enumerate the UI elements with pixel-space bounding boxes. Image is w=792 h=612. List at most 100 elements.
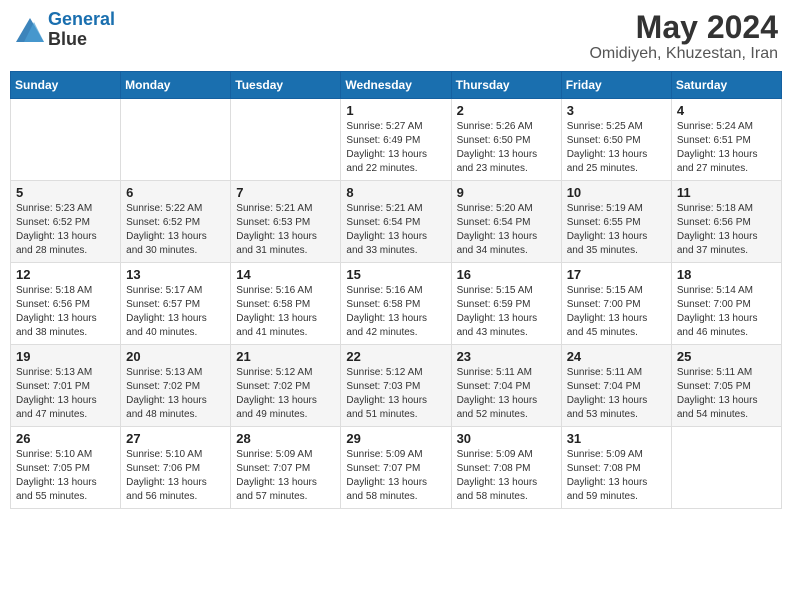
day-number: 23 [457,349,556,364]
location: Omidiyeh, Khuzestan, Iran [589,45,778,63]
day-cell: 1Sunrise: 5:27 AM Sunset: 6:49 PM Daylig… [341,99,451,181]
day-detail: Sunrise: 5:09 AM Sunset: 7:08 PM Dayligh… [457,448,556,504]
day-detail: Sunrise: 5:11 AM Sunset: 7:04 PM Dayligh… [457,366,556,422]
weekday-header-thursday: Thursday [451,72,561,99]
day-detail: Sunrise: 5:26 AM Sunset: 6:50 PM Dayligh… [457,120,556,176]
day-detail: Sunrise: 5:21 AM Sunset: 6:54 PM Dayligh… [346,202,445,258]
day-number: 26 [16,431,115,446]
day-number: 17 [567,267,666,282]
week-row-4: 19Sunrise: 5:13 AM Sunset: 7:01 PM Dayli… [11,345,782,427]
day-number: 7 [236,185,335,200]
day-number: 15 [346,267,445,282]
day-detail: Sunrise: 5:23 AM Sunset: 6:52 PM Dayligh… [16,202,115,258]
day-number: 24 [567,349,666,364]
day-detail: Sunrise: 5:21 AM Sunset: 6:53 PM Dayligh… [236,202,335,258]
weekday-header-wednesday: Wednesday [341,72,451,99]
day-detail: Sunrise: 5:18 AM Sunset: 6:56 PM Dayligh… [16,284,115,340]
day-cell: 29Sunrise: 5:09 AM Sunset: 7:07 PM Dayli… [341,427,451,509]
day-cell: 20 Sunrise: 5:13 AM Sunset: 7:02 PM Dayli… [121,345,231,427]
day-number: 18 [677,267,776,282]
day-number: 13 [126,267,225,282]
day-detail: Sunrise: 5:27 AM Sunset: 6:49 PM Dayligh… [346,120,445,176]
day-cell [231,99,341,181]
logo-line2: Blue [48,30,115,50]
day-number: 4 [677,103,776,118]
day-detail: Sunrise: 5:17 AM Sunset: 6:57 PM Dayligh… [126,284,225,340]
day-cell: 4 Sunrise: 5:24 AM Sunset: 6:51 PM Daylig… [671,99,781,181]
week-row-1: 1Sunrise: 5:27 AM Sunset: 6:49 PM Daylig… [11,99,782,181]
day-number: 28 [236,431,335,446]
day-number: 9 [457,185,556,200]
week-row-2: 5Sunrise: 5:23 AM Sunset: 6:52 PM Daylig… [11,181,782,263]
day-detail: Sunrise: 5:19 AM Sunset: 6:55 PM Dayligh… [567,202,666,258]
weekday-header-monday: Monday [121,72,231,99]
day-cell: 28 Sunrise: 5:09 AM Sunset: 7:07 PM Dayli… [231,427,341,509]
weekday-header-tuesday: Tuesday [231,72,341,99]
day-cell: 7 Sunrise: 5:21 AM Sunset: 6:53 PM Daylig… [231,181,341,263]
day-detail: Sunrise: 5:13 AM Sunset: 7:02 PM Dayligh… [126,366,225,422]
day-number: 31 [567,431,666,446]
day-cell: 27Sunrise: 5:10 AM Sunset: 7:06 PM Dayli… [121,427,231,509]
day-detail: Sunrise: 5:09 AM Sunset: 7:07 PM Dayligh… [236,448,335,504]
day-cell: 10 Sunrise: 5:19 AM Sunset: 6:55 PM Dayli… [561,181,671,263]
day-detail: Sunrise: 5:16 AM Sunset: 6:58 PM Dayligh… [346,284,445,340]
week-row-5: 26 Sunrise: 5:10 AM Sunset: 7:05 PM Dayli… [11,427,782,509]
day-cell: 13 Sunrise: 5:17 AM Sunset: 6:57 PM Dayli… [121,263,231,345]
day-cell: 11 Sunrise: 5:18 AM Sunset: 6:56 PM Dayli… [671,181,781,263]
week-row-3: 12 Sunrise: 5:18 AM Sunset: 6:56 PM Dayli… [11,263,782,345]
day-number: 8 [346,185,445,200]
day-cell: 5Sunrise: 5:23 AM Sunset: 6:52 PM Daylig… [11,181,121,263]
day-detail: Sunrise: 5:14 AM Sunset: 7:00 PM Dayligh… [677,284,776,340]
day-cell: 15 Sunrise: 5:16 AM Sunset: 6:58 PM Dayli… [341,263,451,345]
day-number: 14 [236,267,335,282]
weekday-header-sunday: Sunday [11,72,121,99]
day-cell: 21 Sunrise: 5:12 AM Sunset: 7:02 PM Dayli… [231,345,341,427]
day-cell: 9 Sunrise: 5:20 AM Sunset: 6:54 PM Daylig… [451,181,561,263]
day-detail: Sunrise: 5:22 AM Sunset: 6:52 PM Dayligh… [126,202,225,258]
day-cell: 16Sunrise: 5:15 AM Sunset: 6:59 PM Dayli… [451,263,561,345]
day-number: 11 [677,185,776,200]
day-cell: 31 Sunrise: 5:09 AM Sunset: 7:08 PM Dayli… [561,427,671,509]
day-cell: 19Sunrise: 5:13 AM Sunset: 7:01 PM Dayli… [11,345,121,427]
day-detail: Sunrise: 5:10 AM Sunset: 7:05 PM Dayligh… [16,448,115,504]
page-header: General Blue May 2024 Omidiyeh, Khuzesta… [10,10,782,63]
day-cell: 3Sunrise: 5:25 AM Sunset: 6:50 PM Daylig… [561,99,671,181]
day-number: 6 [126,185,225,200]
day-cell: 22Sunrise: 5:12 AM Sunset: 7:03 PM Dayli… [341,345,451,427]
day-cell: 8 Sunrise: 5:21 AM Sunset: 6:54 PM Daylig… [341,181,451,263]
day-detail: Sunrise: 5:15 AM Sunset: 6:59 PM Dayligh… [457,284,556,340]
day-detail: Sunrise: 5:20 AM Sunset: 6:54 PM Dayligh… [457,202,556,258]
day-number: 20 [126,349,225,364]
day-detail: Sunrise: 5:11 AM Sunset: 7:05 PM Dayligh… [677,366,776,422]
day-cell: 2Sunrise: 5:26 AM Sunset: 6:50 PM Daylig… [451,99,561,181]
logo-line1: General [48,9,115,29]
day-detail: Sunrise: 5:12 AM Sunset: 7:02 PM Dayligh… [236,366,335,422]
weekday-header-row: SundayMondayTuesdayWednesdayThursdayFrid… [11,72,782,99]
month-year: May 2024 [589,10,778,45]
logo: General Blue [14,10,115,50]
day-number: 10 [567,185,666,200]
day-detail: Sunrise: 5:24 AM Sunset: 6:51 PM Dayligh… [677,120,776,176]
day-cell: 23 Sunrise: 5:11 AM Sunset: 7:04 PM Dayli… [451,345,561,427]
title-block: May 2024 Omidiyeh, Khuzestan, Iran [589,10,778,63]
day-number: 19 [16,349,115,364]
day-detail: Sunrise: 5:09 AM Sunset: 7:08 PM Dayligh… [567,448,666,504]
day-cell: 24 Sunrise: 5:11 AM Sunset: 7:04 PM Dayli… [561,345,671,427]
day-cell: 30Sunrise: 5:09 AM Sunset: 7:08 PM Dayli… [451,427,561,509]
day-cell: 14Sunrise: 5:16 AM Sunset: 6:58 PM Dayli… [231,263,341,345]
day-cell [671,427,781,509]
day-cell: 6 Sunrise: 5:22 AM Sunset: 6:52 PM Daylig… [121,181,231,263]
day-number: 12 [16,267,115,282]
day-detail: Sunrise: 5:11 AM Sunset: 7:04 PM Dayligh… [567,366,666,422]
day-detail: Sunrise: 5:18 AM Sunset: 6:56 PM Dayligh… [677,202,776,258]
day-cell [121,99,231,181]
weekday-header-saturday: Saturday [671,72,781,99]
day-cell: 26 Sunrise: 5:10 AM Sunset: 7:05 PM Dayli… [11,427,121,509]
day-cell: 17 Sunrise: 5:15 AM Sunset: 7:00 PM Dayli… [561,263,671,345]
day-cell: 25Sunrise: 5:11 AM Sunset: 7:05 PM Dayli… [671,345,781,427]
day-number: 21 [236,349,335,364]
day-detail: Sunrise: 5:15 AM Sunset: 7:00 PM Dayligh… [567,284,666,340]
day-detail: Sunrise: 5:10 AM Sunset: 7:06 PM Dayligh… [126,448,225,504]
calendar-body: 1Sunrise: 5:27 AM Sunset: 6:49 PM Daylig… [11,99,782,509]
day-detail: Sunrise: 5:12 AM Sunset: 7:03 PM Dayligh… [346,366,445,422]
